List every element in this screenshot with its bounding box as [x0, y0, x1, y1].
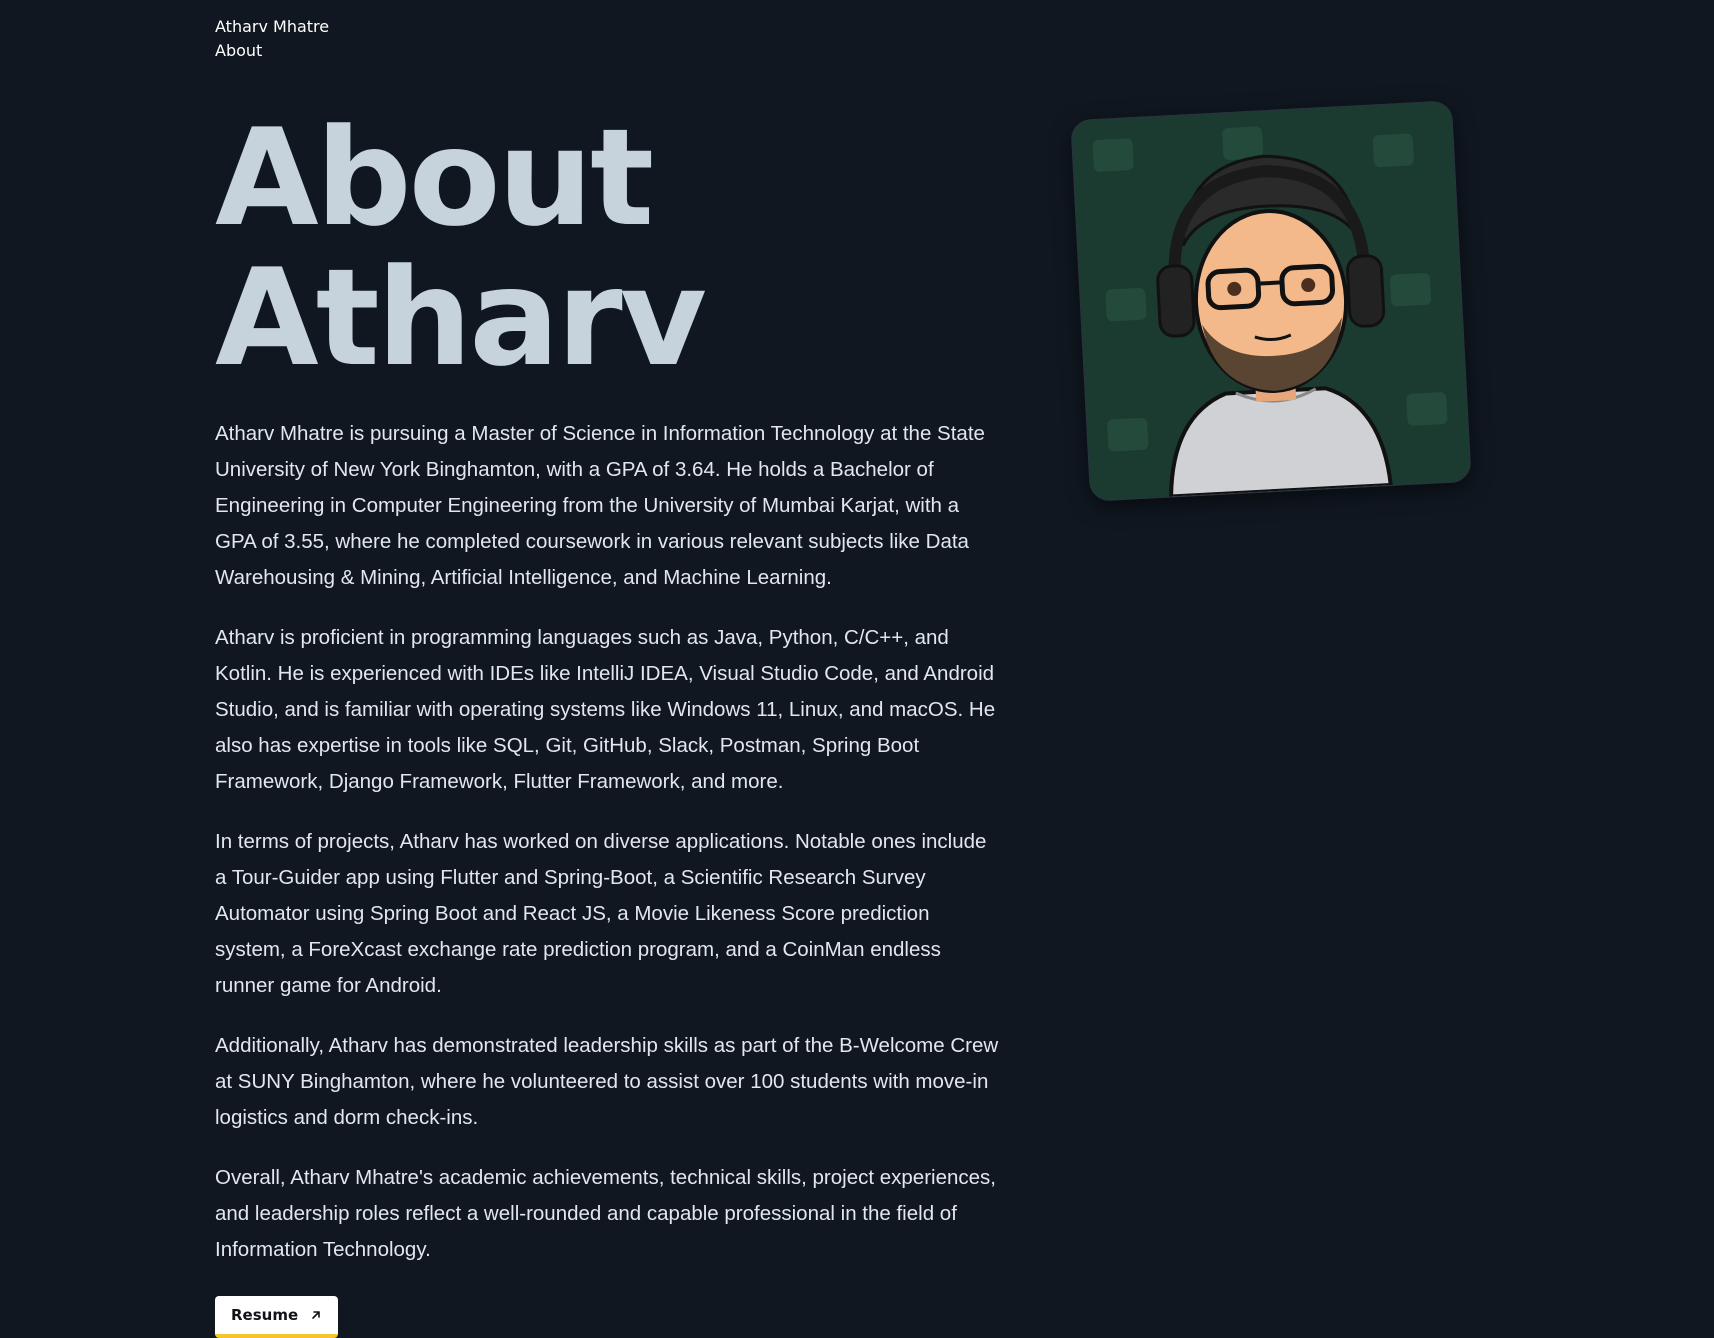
- bio-paragraph-skills: Atharv is proficient in programming lang…: [215, 626, 996, 793]
- resume-button-label: Resume: [231, 1306, 299, 1324]
- resume-button[interactable]: Resume: [215, 1296, 339, 1338]
- top-nav: Atharv Mhatre About: [215, 17, 329, 61]
- arrow-up-right-icon: [312, 1311, 320, 1319]
- bio-paragraph-leadership: Additionally, Atharv has demonstrated le…: [215, 1034, 999, 1129]
- cartoon-avatar-icon: [1071, 101, 1471, 501]
- profile-avatar: [1070, 100, 1472, 502]
- site-name-link[interactable]: Atharv Mhatre: [215, 17, 329, 37]
- about-section: About Atharv Atharv Mhatre is pursuing a…: [215, 108, 1000, 1338]
- bio-paragraph-summary: Overall, Atharv Mhatre's academic achiev…: [215, 1166, 996, 1261]
- bio-paragraph-education: Atharv Mhatre is pursuing a Master of Sc…: [215, 422, 985, 589]
- bio-paragraph-projects: In terms of projects, Atharv has worked …: [215, 830, 987, 997]
- page-title: About Atharv: [215, 100, 707, 396]
- about-link[interactable]: About: [215, 41, 329, 61]
